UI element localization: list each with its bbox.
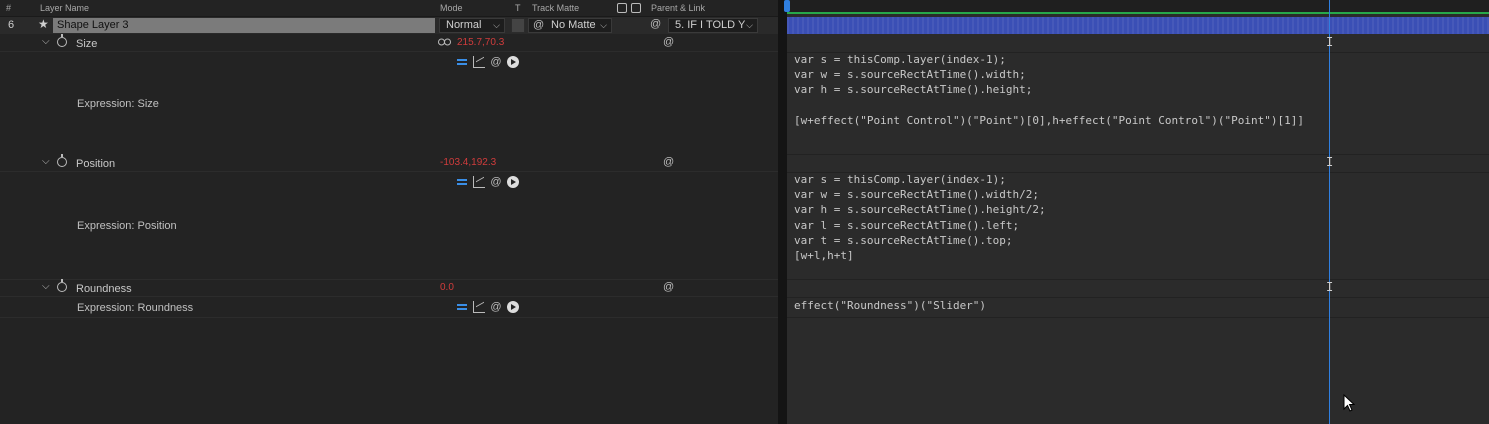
expression-language-menu-icon[interactable] bbox=[507, 301, 519, 313]
pickwhip-spiral-icon[interactable]: @ bbox=[490, 56, 502, 68]
col-header-track-matte[interactable]: Track Matte bbox=[532, 3, 579, 13]
expression-row-position: Expression: Position @ bbox=[0, 173, 778, 280]
chevron-down-icon[interactable]: ⌵ bbox=[42, 156, 50, 167]
layer-name[interactable]: Shape Layer 3 bbox=[53, 18, 435, 33]
chevron-down-icon: ⌵ bbox=[746, 20, 753, 30]
pickwhip-spiral-icon[interactable]: @ bbox=[663, 281, 674, 293]
chevron-down-icon[interactable]: ⌵ bbox=[42, 281, 50, 292]
row-separator bbox=[787, 154, 1489, 155]
col-header-t: T bbox=[515, 3, 521, 13]
graph-icon[interactable] bbox=[473, 56, 485, 68]
pickwhip-spiral-icon[interactable]: @ bbox=[663, 156, 674, 168]
timeline-panel: var s = thisComp.layer(index-1); var w =… bbox=[784, 0, 1489, 424]
expression-language-menu-icon[interactable] bbox=[507, 176, 519, 188]
star-icon: ★ bbox=[38, 17, 49, 31]
property-value[interactable]: 215.7,70.3 bbox=[457, 37, 504, 48]
stopwatch-icon[interactable] bbox=[57, 154, 67, 167]
keyframe-ibeam-icon: I bbox=[1326, 280, 1334, 294]
layer-index: 6 bbox=[8, 19, 15, 31]
pickwhip-spiral-icon[interactable]: @ bbox=[663, 36, 674, 48]
keyframe-ibeam-icon: I bbox=[1326, 155, 1334, 169]
property-row-size[interactable]: ⌵ Size 215.7,70.3 @ bbox=[0, 34, 778, 52]
row-separator bbox=[787, 317, 1489, 318]
property-row-position[interactable]: ⌵ Position -103.4,192.3 @ bbox=[0, 154, 778, 172]
panel-divider[interactable] bbox=[778, 0, 787, 424]
track-matte-dropdown[interactable]: @ No Matte ⌵ bbox=[528, 18, 612, 33]
property-value[interactable]: 0.0 bbox=[440, 282, 454, 293]
col-header-mode[interactable]: Mode bbox=[440, 3, 463, 13]
property-name: Roundness bbox=[76, 283, 132, 295]
work-area-bar[interactable] bbox=[787, 12, 1489, 14]
parent-pickwhip-icon[interactable]: @ bbox=[650, 18, 661, 30]
row-separator bbox=[787, 279, 1489, 280]
chevron-down-icon: ⌵ bbox=[600, 20, 607, 30]
expression-language-menu-icon[interactable] bbox=[507, 56, 519, 68]
link-icon[interactable] bbox=[438, 38, 451, 46]
matte-invert-icon[interactable] bbox=[631, 3, 641, 13]
stopwatch-icon[interactable] bbox=[57, 34, 67, 47]
expression-editor-size[interactable]: var s = thisComp.layer(index-1); var w =… bbox=[794, 52, 1304, 128]
current-time-indicator[interactable] bbox=[1329, 0, 1330, 424]
expression-enable-icon[interactable] bbox=[456, 176, 468, 188]
expression-controls: @ bbox=[456, 56, 519, 68]
property-row-roundness[interactable]: ⌵ Roundness 0.0 @ bbox=[0, 279, 778, 297]
graph-icon[interactable] bbox=[473, 176, 485, 188]
timeline-header: # Layer Name Mode T Track Matte Parent &… bbox=[0, 0, 778, 17]
property-name: Position bbox=[76, 158, 116, 170]
chevron-down-icon[interactable]: ⌵ bbox=[42, 36, 50, 47]
mouse-cursor-icon bbox=[1343, 394, 1355, 412]
work-area-start-handle[interactable] bbox=[784, 0, 790, 12]
parent-dropdown[interactable]: 5. IF I TOLD Y ⌵ bbox=[668, 18, 758, 33]
expression-label: Expression: Position bbox=[77, 220, 177, 232]
chevron-down-icon: ⌵ bbox=[493, 20, 500, 30]
property-name: Size bbox=[76, 38, 98, 50]
preserve-transparency-checkbox[interactable] bbox=[511, 18, 525, 33]
expression-label: Expression: Roundness bbox=[77, 302, 194, 314]
parent-value: 5. IF I TOLD Y bbox=[675, 19, 746, 31]
matte-toggle-icon[interactable] bbox=[617, 3, 627, 13]
track-matte-value: No Matte bbox=[551, 19, 596, 31]
mode-dropdown[interactable]: Normal ⌵ bbox=[439, 18, 505, 33]
pickwhip-spiral-icon[interactable]: @ bbox=[533, 19, 544, 32]
layer-duration-bar[interactable] bbox=[787, 17, 1489, 34]
layer-row[interactable]: 6 ★ Shape Layer 3 Normal ⌵ @ No Matte ⌵ … bbox=[0, 17, 778, 34]
graph-icon[interactable] bbox=[473, 301, 485, 313]
col-header-num: # bbox=[6, 3, 12, 13]
expression-row-roundness: Expression: Roundness @ bbox=[0, 298, 778, 318]
expression-controls: @ bbox=[456, 301, 519, 313]
col-header-layer-name[interactable]: Layer Name bbox=[40, 3, 89, 13]
col-header-parent-link[interactable]: Parent & Link bbox=[651, 3, 705, 13]
pickwhip-spiral-icon[interactable]: @ bbox=[490, 176, 502, 188]
stopwatch-icon[interactable] bbox=[57, 279, 67, 292]
expression-editor-position[interactable]: var s = thisComp.layer(index-1); var w =… bbox=[794, 172, 1046, 263]
expression-enable-icon[interactable] bbox=[456, 301, 468, 313]
expression-enable-icon[interactable] bbox=[456, 56, 468, 68]
mode-value: Normal bbox=[446, 19, 482, 31]
expression-label: Expression: Size bbox=[77, 98, 159, 110]
layer-panel: 6 ★ Shape Layer 3 Normal ⌵ @ No Matte ⌵ … bbox=[0, 17, 778, 424]
keyframe-ibeam-icon: I bbox=[1326, 35, 1334, 49]
pickwhip-spiral-icon[interactable]: @ bbox=[490, 301, 502, 313]
property-value[interactable]: -103.4,192.3 bbox=[440, 157, 496, 168]
expression-controls: @ bbox=[456, 176, 519, 188]
expression-editor-roundness[interactable]: effect("Roundness")("Slider") bbox=[794, 298, 986, 313]
